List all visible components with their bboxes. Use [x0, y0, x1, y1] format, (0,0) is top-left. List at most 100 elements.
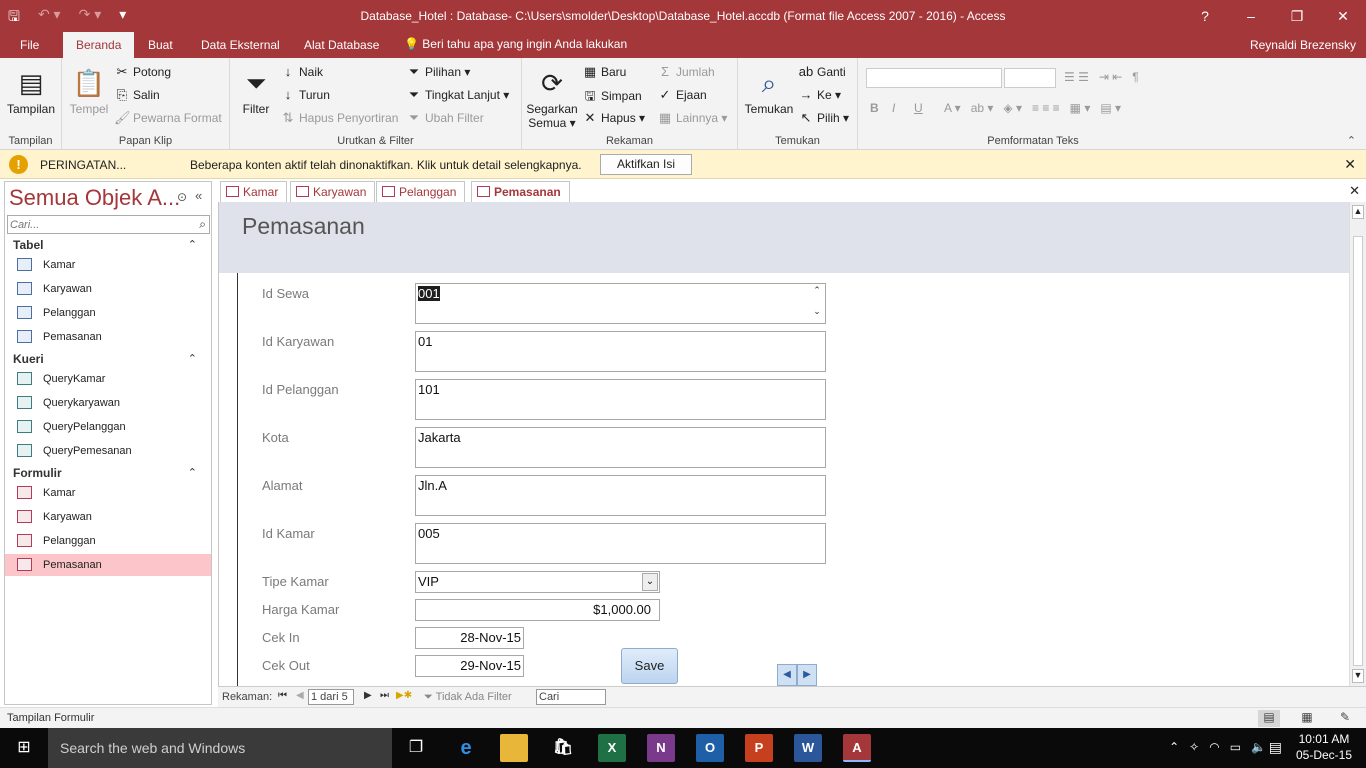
layout-view-icon[interactable]: ▦ — [1296, 710, 1318, 727]
word-icon[interactable]: W — [794, 734, 822, 762]
id-sewa-field[interactable]: 001 ⌃ ⌄ — [415, 283, 826, 324]
doc-tab-pelanggan[interactable]: Pelanggan — [376, 181, 466, 202]
pilihan-button[interactable]: ⏷ Pilihan ▾ — [406, 64, 471, 80]
tab-alat-database[interactable]: Alat Database — [302, 32, 381, 58]
underline-button[interactable]: U — [914, 101, 923, 115]
last-record-icon[interactable]: ⏭ — [380, 690, 389, 701]
baru-button[interactable]: ▦ Baru — [582, 64, 627, 80]
wifi-icon[interactable]: ◠ — [1209, 740, 1219, 754]
tab-beranda[interactable]: Beranda — [63, 32, 135, 58]
onenote-icon[interactable]: N — [647, 734, 675, 762]
close-button[interactable]: ✕ — [1320, 0, 1366, 32]
chevron-down-icon[interactable]: ⊙ — [177, 190, 187, 204]
help-button[interactable]: ? — [1182, 0, 1228, 32]
file-explorer-icon[interactable] — [500, 734, 528, 762]
close-icon[interactable]: ✕ — [1344, 156, 1356, 173]
nav-item-table-pemasanan[interactable]: Pemasanan — [5, 326, 211, 348]
scroll-up-icon[interactable]: ▲ — [1352, 205, 1364, 219]
search-icon[interactable]: ⌕ — [199, 217, 206, 232]
nav-section-kueri[interactable]: Kueri ⌃ — [13, 352, 203, 366]
bold-button[interactable]: B — [870, 101, 879, 115]
collapse-pane-icon[interactable]: « — [195, 188, 202, 203]
doc-tab-kamar[interactable]: Kamar — [220, 181, 288, 202]
save-button[interactable]: Save — [621, 648, 678, 684]
nav-item-form-karyawan[interactable]: Karyawan — [5, 506, 211, 528]
pilih-button[interactable]: ↖ Pilih ▾ — [798, 110, 850, 126]
salin-button[interactable]: ⎘ Salin — [114, 87, 160, 103]
close-icon[interactable]: ✕ — [1349, 183, 1360, 199]
ubah-filter-button[interactable]: ⏷ Ubah Filter — [406, 110, 484, 126]
turun-button[interactable]: ↓ Turun — [280, 87, 330, 102]
jumlah-button[interactable]: Σ Jumlah — [657, 64, 715, 79]
tipe-kamar-combo[interactable]: VIP ⌄ — [415, 571, 660, 593]
filter-button[interactable]: ⏷ Filter — [234, 64, 278, 116]
taskbar-clock[interactable]: 10:01 AM 05-Dec-15 — [1296, 731, 1352, 763]
prev-record-icon[interactable]: ◀ — [296, 690, 304, 701]
restore-button[interactable]: ❐ — [1274, 0, 1320, 32]
warning-message[interactable]: Beberapa konten aktif telah dinonaktifka… — [190, 158, 582, 172]
form-view-icon[interactable]: ▤ — [1258, 710, 1280, 727]
powerpoint-icon[interactable]: P — [745, 734, 773, 762]
tab-data-eksternal[interactable]: Data Eksternal — [199, 32, 282, 58]
kota-field[interactable]: Jakarta — [415, 427, 826, 468]
pewarna-format-button[interactable]: 🖌 Pewarna Format — [114, 110, 222, 126]
nav-item-form-pelanggan[interactable]: Pelanggan — [5, 530, 211, 552]
potong-button[interactable]: ✂ Potong — [114, 64, 172, 80]
font-name-select[interactable] — [866, 68, 1002, 88]
first-record-icon[interactable]: ⏮ — [278, 690, 287, 701]
italic-button[interactable]: I — [892, 101, 895, 115]
tingkat-lanjut-button[interactable]: ⏷ Tingkat Lanjut ▾ — [406, 87, 510, 103]
user-name[interactable]: Reynaldi Brezensky — [1250, 38, 1356, 52]
nav-item-form-pemasanan[interactable]: Pemasanan — [5, 554, 211, 576]
id-karyawan-field[interactable]: 01 — [415, 331, 826, 372]
tampilan-button[interactable]: ▤ Tampilan — [4, 64, 58, 116]
id-pelanggan-field[interactable]: 101 — [415, 379, 826, 420]
store-icon[interactable]: 🛍 — [549, 734, 577, 762]
tempel-button[interactable]: 📋 Tempel — [66, 64, 112, 116]
previous-record-button[interactable]: ◀ — [777, 664, 797, 686]
nav-item-form-kamar[interactable]: Kamar — [5, 482, 211, 504]
nav-section-tabel[interactable]: Tabel ⌃ — [13, 238, 203, 252]
doc-tab-karyawan[interactable]: Karyawan — [290, 181, 376, 202]
font-color-icon[interactable]: A ▾ ab ▾ ◈ ▾ ≡ ≡ ≡ ▦ ▾ ▤ ▾ — [944, 101, 1121, 115]
volume-icon[interactable]: 🔈 — [1251, 740, 1266, 754]
temukan-button[interactable]: ⌕ Temukan — [742, 64, 796, 116]
filter-status[interactable]: ⏷ Tidak Ada Filter — [424, 691, 512, 704]
font-size-select[interactable] — [1004, 68, 1056, 88]
collapse-ribbon-icon[interactable]: ⌃ — [1347, 134, 1356, 147]
nav-item-query-pelanggan[interactable]: QueryPelanggan — [5, 416, 211, 438]
tab-file[interactable]: File — [18, 32, 41, 58]
ejaan-button[interactable]: ✓ Ejaan — [657, 87, 707, 103]
windows-start-icon[interactable]: ⊞ — [0, 728, 48, 768]
nav-item-query-pemesanan[interactable]: QueryPemesanan — [5, 440, 211, 462]
vertical-scrollbar[interactable]: ▲ ▼ — [1349, 202, 1366, 686]
access-icon[interactable]: A — [843, 734, 871, 762]
harga-kamar-field[interactable]: $1,000.00 — [415, 599, 660, 621]
simpan-button[interactable]: 🖫 Simpan — [582, 87, 641, 109]
nav-search-input[interactable] — [8, 216, 188, 233]
nav-item-query-karyawan[interactable]: Querykaryawan — [5, 392, 211, 414]
segarkan-semua-button[interactable]: ⟳ Segarkan Semua ▾ — [524, 64, 580, 130]
record-position-input[interactable]: 1 dari 5 — [308, 689, 354, 705]
hapus-penyortiran-button[interactable]: ⇅ Hapus Penyortiran — [280, 110, 399, 126]
nav-item-table-karyawan[interactable]: Karyawan — [5, 278, 211, 300]
taskbar-search[interactable]: Search the web and Windows — [48, 728, 392, 768]
hapus-button[interactable]: ✕ Hapus ▾ — [582, 110, 646, 126]
task-view-icon[interactable]: ❐ — [402, 734, 430, 762]
cek-in-field[interactable]: 28-Nov-15 — [415, 627, 524, 649]
tell-me-box[interactable]: 💡 Beri tahu apa yang ingin Anda lakukan — [404, 37, 627, 51]
chevron-down-icon[interactable]: ⌄ — [642, 573, 658, 591]
edge-icon[interactable]: e — [452, 734, 480, 762]
next-record-icon[interactable]: ▶ — [364, 690, 372, 701]
field-scroll-icon[interactable]: ⌃ ⌄ — [810, 285, 824, 322]
bullets-icon[interactable]: ☰ ☰ ⇥ ⇤ ¶ — [1064, 70, 1139, 84]
nav-item-table-pelanggan[interactable]: Pelanggan — [5, 302, 211, 324]
doc-tab-pemasanan[interactable]: Pemasanan — [471, 181, 570, 202]
ke-button[interactable]: → Ke ▾ — [798, 87, 842, 102]
minimize-button[interactable]: – — [1228, 0, 1274, 32]
nav-item-table-kamar[interactable]: Kamar — [5, 254, 211, 276]
alamat-field[interactable]: Jln.A — [415, 475, 826, 516]
design-view-icon[interactable]: ✎ — [1334, 710, 1356, 727]
next-record-button[interactable]: ▶ — [797, 664, 817, 686]
excel-icon[interactable]: X — [598, 734, 626, 762]
